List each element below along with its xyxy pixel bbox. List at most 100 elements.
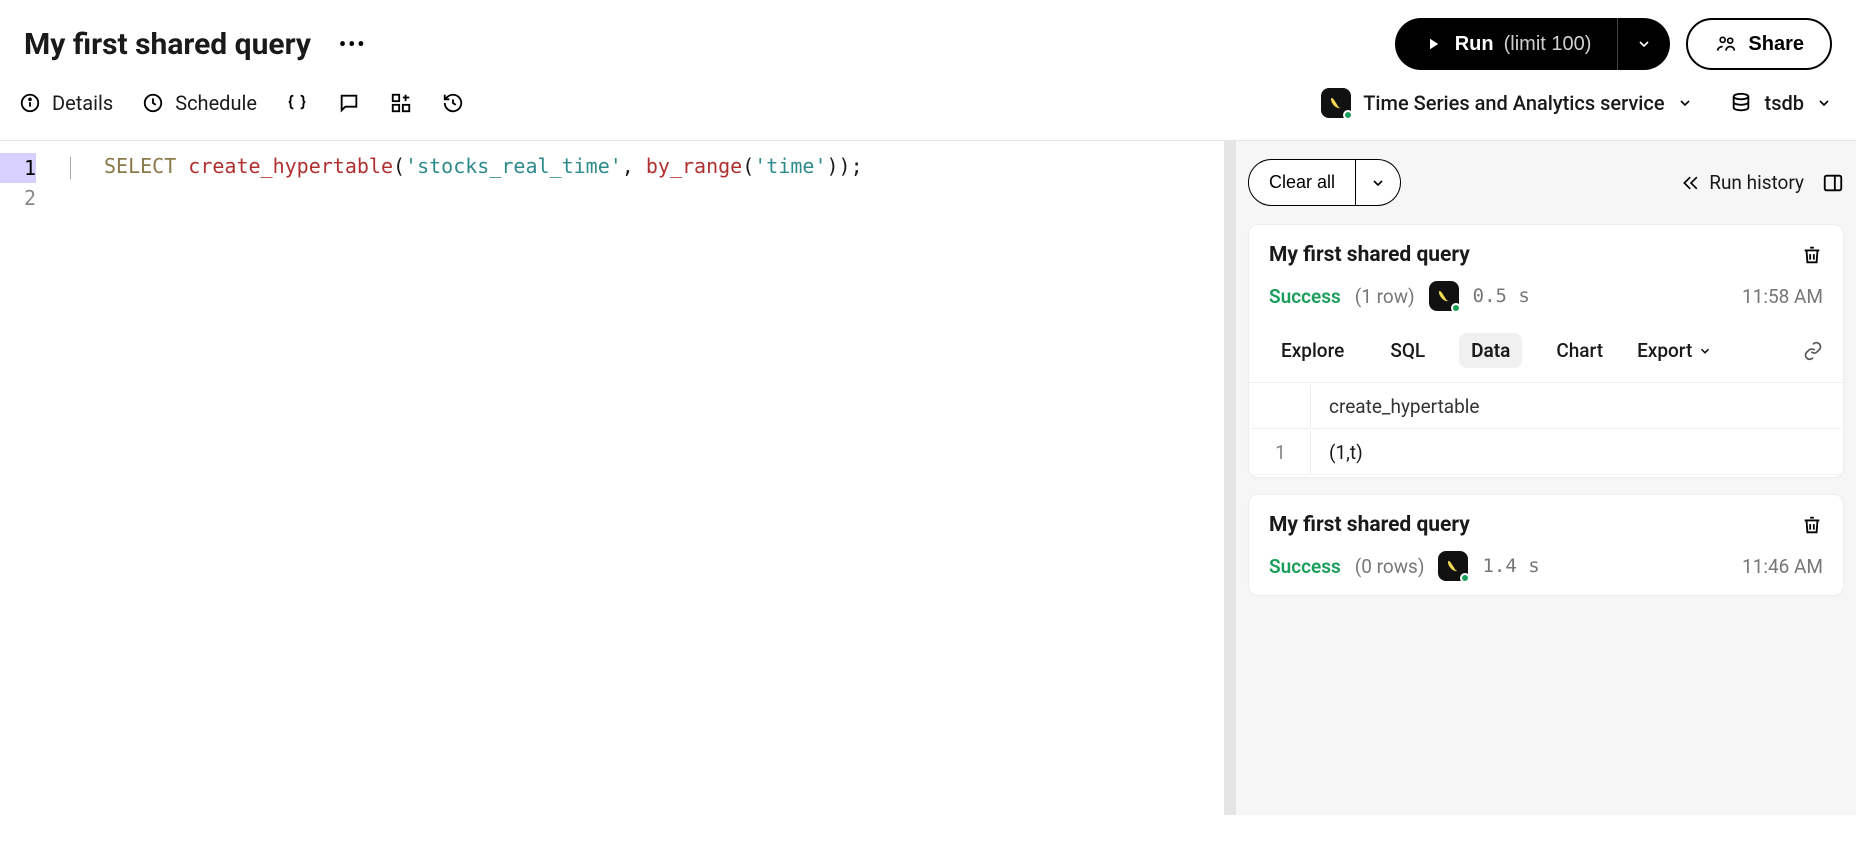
- details-tab[interactable]: Details: [18, 91, 113, 115]
- variables-button[interactable]: [285, 91, 309, 115]
- code-string: 'stocks_real_time': [405, 154, 622, 178]
- panel-resize-handle[interactable]: [1224, 141, 1236, 815]
- result-meta: Success (1 row) 0.5 s 11:58 AM: [1249, 267, 1843, 325]
- service-logo-icon: [1429, 281, 1459, 311]
- status-badge: Success: [1269, 285, 1341, 308]
- result-title: My first shared query: [1269, 243, 1470, 267]
- share-icon: [1714, 32, 1738, 56]
- tab-chart[interactable]: Chart: [1544, 333, 1615, 368]
- more-options-icon[interactable]: •••: [339, 32, 367, 56]
- row-count: (1 row): [1355, 285, 1415, 308]
- duration: 0.5 s: [1473, 285, 1530, 307]
- code-keyword: SELECT: [104, 154, 176, 178]
- service-name: Time Series and Analytics service: [1363, 91, 1664, 115]
- results-panel-header: Clear all Run history: [1248, 159, 1844, 206]
- service-logo-icon: [1321, 88, 1351, 118]
- add-widget-button[interactable]: [389, 91, 413, 115]
- result-card: My first shared query Success (0 rows) 1…: [1248, 494, 1844, 596]
- widget-add-icon: [389, 91, 413, 115]
- history-icon: [441, 91, 465, 115]
- page-title: My first shared query: [24, 27, 311, 62]
- code-punct: (: [742, 154, 754, 178]
- row-number: 1: [1251, 431, 1311, 475]
- result-tabs: Explore SQL Data Chart Export: [1249, 325, 1843, 382]
- database-selector[interactable]: tsdb: [1729, 91, 1832, 115]
- details-label: Details: [52, 91, 113, 115]
- code-function: create_hypertable: [188, 154, 393, 178]
- row-number-header: [1251, 385, 1311, 429]
- timestamp: 11:46 AM: [1742, 555, 1823, 578]
- comment-button[interactable]: [337, 91, 361, 115]
- results-panel: Clear all Run history: [1236, 141, 1856, 815]
- database-icon: [1729, 91, 1753, 115]
- clear-all-button[interactable]: Clear all: [1248, 159, 1356, 206]
- database-name: tsdb: [1765, 91, 1804, 115]
- chevron-down-icon: [1636, 36, 1652, 52]
- share-button[interactable]: Share: [1686, 18, 1832, 70]
- result-title: My first shared query: [1269, 513, 1470, 537]
- info-icon: [18, 91, 42, 115]
- title-group: My first shared query •••: [24, 27, 366, 62]
- panel-layout-icon[interactable]: [1822, 172, 1844, 194]
- result-meta-left: Success (0 rows) 1.4 s: [1269, 551, 1540, 581]
- history-button[interactable]: [441, 91, 465, 115]
- column-header[interactable]: create_hypertable: [1313, 385, 1841, 429]
- code-function: by_range: [646, 154, 742, 178]
- duration: 1.4 s: [1482, 555, 1539, 577]
- delete-result-button[interactable]: [1801, 244, 1823, 266]
- cursor-guide: [70, 157, 71, 179]
- result-data-table: create_hypertable 1 (1,t): [1249, 382, 1843, 477]
- result-meta-left: Success (1 row) 0.5 s: [1269, 281, 1530, 311]
- run-limit: (limit 100): [1504, 33, 1592, 56]
- run-history-label: Run history: [1709, 171, 1804, 194]
- result-card-header: My first shared query: [1249, 243, 1843, 267]
- braces-icon: [285, 91, 309, 115]
- line-number: 2: [0, 183, 36, 213]
- subbar: Details Schedule: [0, 88, 1856, 141]
- chevron-down-icon: [1677, 95, 1693, 111]
- delete-result-button[interactable]: [1801, 514, 1823, 536]
- chevron-down-icon: [1370, 175, 1386, 191]
- run-label: Run: [1455, 33, 1494, 56]
- share-label: Share: [1748, 33, 1804, 56]
- export-dropdown[interactable]: Export: [1637, 339, 1712, 362]
- copy-link-button[interactable]: [1803, 341, 1823, 361]
- subbar-right: Time Series and Analytics service tsdb: [1321, 88, 1832, 118]
- code-punct: (: [393, 154, 405, 178]
- run-history-button[interactable]: Run history: [1681, 171, 1804, 194]
- schedule-label: Schedule: [175, 91, 257, 115]
- clear-dropdown[interactable]: [1356, 159, 1401, 206]
- run-dropdown[interactable]: [1617, 18, 1670, 70]
- clear-group: Clear all: [1248, 159, 1401, 206]
- chevron-down-icon: [1816, 95, 1832, 111]
- status-badge: Success: [1269, 555, 1341, 578]
- tab-sql[interactable]: SQL: [1378, 333, 1437, 368]
- table-row[interactable]: 1 (1,t): [1251, 431, 1841, 475]
- service-selector[interactable]: Time Series and Analytics service: [1321, 88, 1692, 118]
- result-card-header: My first shared query: [1249, 513, 1843, 537]
- code-area[interactable]: SELECT create_hypertable('stocks_real_ti…: [44, 151, 1224, 815]
- code-editor[interactable]: 1 2 SELECT create_hypertable('stocks_rea…: [0, 141, 1224, 815]
- code-punct: ));: [827, 154, 863, 178]
- schedule-tab[interactable]: Schedule: [141, 91, 257, 115]
- tab-data[interactable]: Data: [1459, 333, 1522, 368]
- line-gutter: 1 2: [0, 151, 44, 815]
- result-meta: Success (0 rows) 1.4 s 11:46 AM: [1249, 537, 1843, 595]
- run-button-group: Run (limit 100): [1395, 18, 1671, 70]
- main: 1 2 SELECT create_hypertable('stocks_rea…: [0, 141, 1856, 815]
- code-punct: ,: [622, 154, 646, 178]
- chevron-down-icon: [1698, 344, 1712, 358]
- result-card: My first shared query Success (1 row) 0.…: [1248, 224, 1844, 478]
- cell-value: (1,t): [1313, 431, 1841, 475]
- export-label: Export: [1637, 339, 1692, 362]
- run-button[interactable]: Run (limit 100): [1395, 18, 1618, 70]
- subbar-left: Details Schedule: [18, 91, 465, 115]
- code-string: 'time': [754, 154, 826, 178]
- top-actions: Run (limit 100) Share: [1395, 18, 1832, 70]
- comment-icon: [337, 91, 361, 115]
- row-count: (0 rows): [1355, 555, 1425, 578]
- play-icon: [1421, 32, 1445, 56]
- rewind-icon: [1681, 173, 1701, 193]
- tab-explore[interactable]: Explore: [1269, 333, 1356, 368]
- service-logo-icon: [1438, 551, 1468, 581]
